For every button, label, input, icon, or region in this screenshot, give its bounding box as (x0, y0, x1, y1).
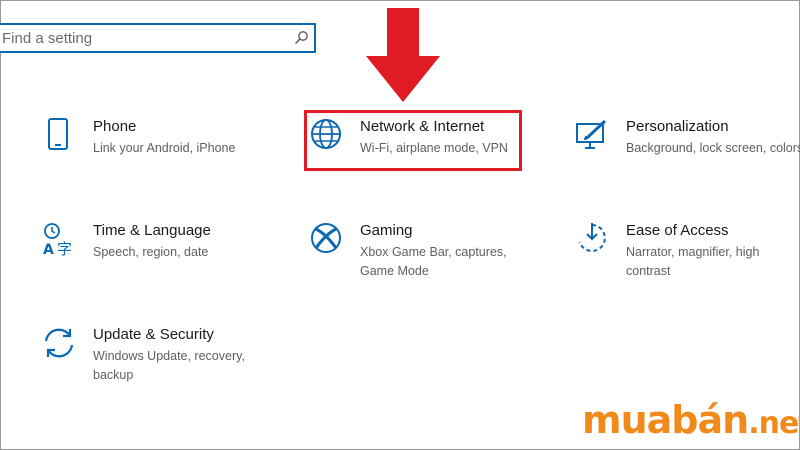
highlight-box-annotation (304, 110, 522, 171)
tile-update-security[interactable]: Update & Security Windows Update, recove… (42, 326, 272, 396)
ease-of-access-icon (578, 223, 606, 252)
tile-personalization[interactable]: Personalization Background, lock screen,… (575, 118, 800, 188)
tile-description: Speech, region, date (93, 245, 209, 259)
watermark-brand: muabán (582, 398, 749, 442)
search-input[interactable] (2, 27, 282, 49)
phone-icon (48, 118, 68, 150)
tile-title: Personalization (626, 118, 729, 135)
search-box[interactable] (0, 23, 316, 53)
svg-text:A: A (43, 242, 54, 256)
tile-title: Gaming (360, 222, 413, 239)
tile-description: Xbox Game Bar, captures, Game Mode (360, 245, 507, 278)
tile-title: Phone (93, 118, 137, 135)
xbox-icon (311, 223, 341, 253)
tile-title: Update & Security (93, 326, 214, 343)
svg-text:字: 字 (57, 240, 72, 256)
update-icon (44, 328, 74, 358)
tile-description: Background, lock screen, colors (626, 141, 800, 155)
red-arrow-annotation (366, 8, 440, 102)
tile-phone[interactable]: Phone Link your Android, iPhone (42, 118, 272, 188)
tile-description: Narrator, magnifier, high contrast (626, 245, 760, 278)
tile-gaming[interactable]: Gaming Xbox Game Bar, captures, Game Mod… (309, 222, 539, 292)
search-icon[interactable] (293, 30, 309, 46)
tile-time-language[interactable]: A 字 Time & Language Speech, region, date (42, 222, 272, 292)
watermark-suffix: .net (748, 406, 800, 441)
tile-description: Windows Update, recovery, backup (93, 349, 245, 382)
personalization-icon (576, 119, 607, 149)
tile-description: Link your Android, iPhone (93, 141, 236, 155)
tile-title: Ease of Access (626, 222, 729, 239)
tile-title: Time & Language (93, 222, 211, 239)
time-language-icon: A 字 (43, 223, 72, 256)
watermark-logo: muabán.net (582, 400, 800, 444)
tile-ease-of-access[interactable]: Ease of Access Narrator, magnifier, high… (575, 222, 800, 292)
